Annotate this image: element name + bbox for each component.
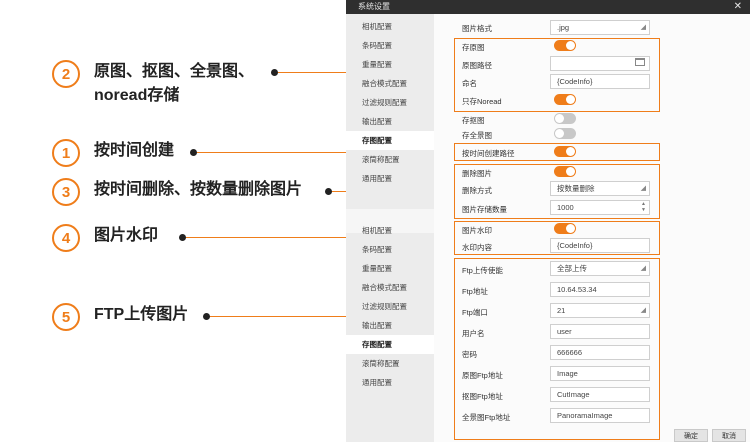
- chevron-down-icon: ◢: [640, 265, 646, 272]
- annotation-text: FTP上传图片: [94, 306, 189, 323]
- annotation-5: 5 FTP上传图片: [52, 303, 188, 331]
- watermark-content-field[interactable]: {CodeInfo}: [550, 238, 650, 253]
- connector-dot: [190, 149, 197, 156]
- annotation-number: 1: [52, 139, 80, 167]
- sidebar: 相机配置 条码配置 重量配置 融合模式配置 过滤规则配置 输出配置 存图配置 滚…: [346, 14, 434, 442]
- original-path-field[interactable]: [550, 56, 650, 71]
- sidebar-item-general[interactable]: 通用配置: [346, 169, 434, 188]
- noread-only-label: 只存Noread: [462, 97, 502, 106]
- naming-label: 命名: [462, 79, 477, 88]
- title-bar: 系统设置 ✕: [346, 0, 750, 14]
- save-panorama-label: 存全景图: [462, 131, 492, 140]
- annotation-number: 2: [52, 60, 80, 88]
- delete-images-toggle[interactable]: [554, 166, 576, 177]
- cancel-button[interactable]: 取消: [712, 429, 746, 442]
- noread-only-toggle[interactable]: [554, 94, 576, 105]
- annotation-1: 1 按时间创建: [52, 139, 174, 167]
- delete-images-label: 删除图片: [462, 169, 492, 178]
- save-original-toggle[interactable]: [554, 40, 576, 51]
- image-count-label: 图片存储数量: [462, 205, 507, 214]
- orig-ftp-field[interactable]: Image: [550, 366, 650, 381]
- sidebar-item-image-storage[interactable]: 存图配置: [346, 131, 434, 150]
- delete-mode-label: 删除方式: [462, 186, 492, 195]
- window-title: 系统设置: [358, 2, 390, 11]
- image-format-select[interactable]: .jpg ◢: [550, 20, 650, 35]
- annotation-number: 3: [52, 178, 80, 206]
- delete-mode-select[interactable]: 按数量删除 ◢: [550, 181, 650, 196]
- watermark-toggle[interactable]: [554, 223, 576, 234]
- sidebar-item-weight[interactable]: 重量配置: [346, 55, 434, 74]
- ftp-port-select[interactable]: 21 ◢: [550, 303, 650, 318]
- cut-ftp-field[interactable]: CutImage: [550, 387, 650, 402]
- save-panorama-toggle[interactable]: [554, 128, 576, 139]
- time-path-toggle[interactable]: [554, 146, 576, 157]
- watermark-label: 图片水印: [462, 226, 492, 235]
- annotation-number: 5: [52, 303, 80, 331]
- annotation-number: 4: [52, 224, 80, 252]
- sidebar-item-barcode[interactable]: 条码配置: [346, 36, 434, 55]
- sidebar-item-barcode[interactable]: 条码配置: [346, 240, 434, 259]
- ftp-address-label: Ftp地址: [462, 287, 488, 296]
- image-format-label: 图片格式: [462, 24, 492, 33]
- ftp-port-label: Ftp端口: [462, 308, 488, 317]
- close-icon[interactable]: ✕: [734, 0, 742, 14]
- naming-field[interactable]: {CodeInfo}: [550, 74, 650, 89]
- annotation-text: 按时间创建: [94, 142, 175, 159]
- sidebar-item-filter[interactable]: 过滤规则配置: [346, 93, 434, 112]
- sidebar-item-camera[interactable]: 相机配置: [346, 221, 434, 240]
- connector-dot: [271, 69, 278, 76]
- pano-ftp-field[interactable]: PanoramaImage: [550, 408, 650, 423]
- annotation-2: 2 原图、抠图、全景图、 noread存储: [52, 60, 254, 108]
- save-original-label: 存原图: [462, 43, 485, 52]
- annotation-4: 4 图片水印: [52, 224, 158, 252]
- original-path-label: 原图路径: [462, 61, 492, 70]
- ftp-address-field[interactable]: 10.64.53.34: [550, 282, 650, 297]
- save-cutout-toggle[interactable]: [554, 113, 576, 124]
- connector-dot: [179, 234, 186, 241]
- annotation-text: 图片水印: [94, 227, 159, 244]
- username-label: 用户名: [462, 329, 485, 338]
- sidebar-item-output[interactable]: 输出配置: [346, 112, 434, 131]
- sidebar-item-filter[interactable]: 过滤规则配置: [346, 297, 434, 316]
- cut-ftp-label: 抠图Ftp地址: [462, 392, 503, 401]
- image-count-stepper[interactable]: 1000 ▲ ▼: [550, 200, 650, 215]
- sidebar-item-fusion[interactable]: 融合模式配置: [346, 74, 434, 93]
- ftp-enable-select[interactable]: 全部上传 ◢: [550, 261, 650, 276]
- annotation-text: 原图、抠图、全景图、 noread存储: [94, 63, 255, 104]
- sidebar-item-weight[interactable]: 重量配置: [346, 259, 434, 278]
- chevron-down-icon: ◢: [640, 185, 646, 192]
- connector-dot: [325, 188, 332, 195]
- save-cutout-label: 存抠图: [462, 116, 485, 125]
- spinner-arrows-icon[interactable]: ▲ ▼: [641, 201, 646, 213]
- sidebar-item-image-storage[interactable]: 存图配置: [346, 335, 434, 354]
- pano-ftp-label: 全景图Ftp地址: [462, 413, 511, 422]
- watermark-content-label: 水印内容: [462, 243, 492, 252]
- annotation-text: 按时间删除、按数量删除图片: [94, 181, 303, 198]
- password-field[interactable]: 666666: [550, 345, 650, 360]
- folder-icon[interactable]: [635, 58, 645, 66]
- sidebar-item-camera[interactable]: 相机配置: [346, 17, 434, 36]
- ok-button[interactable]: 确定: [674, 429, 708, 442]
- settings-panel: 图片格式 .jpg ◢ 存原图 原图路径 命名 {CodeInfo} 只存Nor…: [434, 14, 750, 442]
- password-label: 密码: [462, 350, 477, 359]
- orig-ftp-label: 原图Ftp地址: [462, 371, 503, 380]
- chevron-down-icon: ◢: [640, 307, 646, 314]
- annotation-3: 3 按时间删除、按数量删除图片: [52, 178, 302, 206]
- chevron-down-icon: ◢: [640, 24, 646, 31]
- ftp-enable-label: Ftp上传使能: [462, 266, 503, 275]
- settings-window: 系统设置 ✕ 相机配置 条码配置 重量配置 融合模式配置 过滤规则配置 输出配置…: [346, 0, 750, 442]
- sidebar-item-general[interactable]: 通用配置: [346, 373, 434, 392]
- username-field[interactable]: user: [550, 324, 650, 339]
- time-path-label: 按时间创建路径: [462, 149, 515, 158]
- sidebar-item-roller-scale[interactable]: 滚筒称配置: [346, 354, 434, 373]
- connector-dot: [203, 313, 210, 320]
- sidebar-item-output[interactable]: 输出配置: [346, 316, 434, 335]
- sidebar-item-fusion[interactable]: 融合模式配置: [346, 278, 434, 297]
- sidebar-item-roller-scale[interactable]: 滚筒称配置: [346, 150, 434, 169]
